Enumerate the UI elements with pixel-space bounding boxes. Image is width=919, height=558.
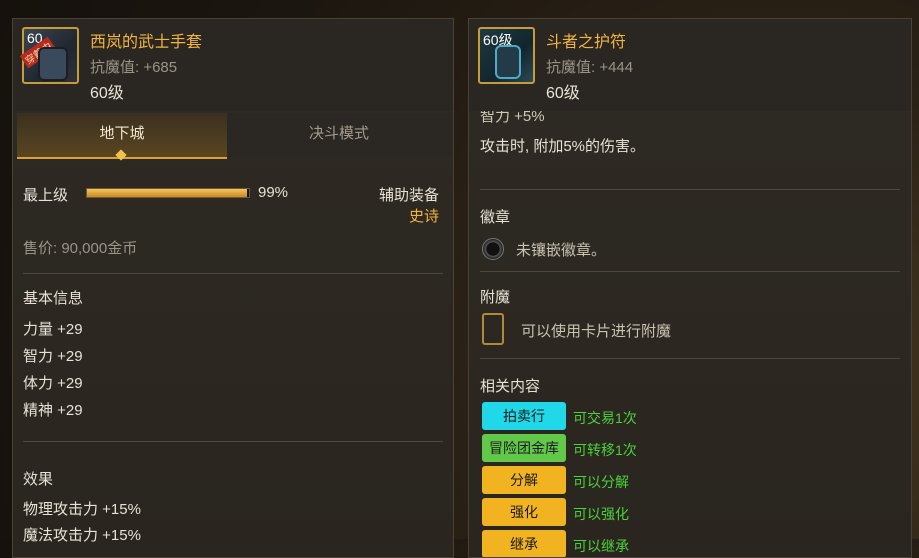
stat-strength: 力量 +29 xyxy=(23,321,83,338)
basic-info-title: 基本信息 xyxy=(23,290,84,307)
divider xyxy=(480,189,900,190)
grade-label: 最上级 xyxy=(23,187,69,204)
card-slot-icon xyxy=(482,313,504,345)
item-tooltip-right: 智力 +5% 60级 斗者之护符 抗魔值: +444 60级 攻击时, 附加5%… xyxy=(468,18,912,558)
equip-type: 辅助装备 xyxy=(378,187,439,204)
effect-magic-attack: 魔法攻击力 +15% xyxy=(23,527,141,544)
enhance-button[interactable]: 强化 xyxy=(482,498,566,526)
item-level: 60级 xyxy=(546,85,580,102)
inherit-button[interactable]: 继承 xyxy=(482,530,566,557)
disassemble-button[interactable]: 分解 xyxy=(482,466,566,494)
stat-vitality: 体力 +29 xyxy=(23,375,83,392)
stat-intelligence: 智力 +29 xyxy=(23,348,83,365)
item-name: 斗者之护符 xyxy=(546,34,627,51)
tab-duel[interactable]: 决斗模式 xyxy=(227,113,451,157)
vault-desc: 可转移1次 xyxy=(573,442,637,458)
grade-progress-bar xyxy=(86,188,250,198)
inherit-desc: 可以继承 xyxy=(573,538,629,554)
magic-resist: 抗魔值: +685 xyxy=(90,59,178,76)
enchant-text: 可以使用卡片进行附魔 xyxy=(521,323,672,340)
gauntlet-glyph-icon xyxy=(38,47,68,81)
empty-emblem-socket-icon xyxy=(482,238,504,260)
divider xyxy=(23,273,443,274)
auction-desc: 可交易1次 xyxy=(573,410,637,426)
attack-effect-text: 攻击时, 附加5%的伤害。 xyxy=(480,138,646,155)
item-level: 60级 xyxy=(90,85,124,102)
grade-percent: 99% xyxy=(258,184,289,201)
gauntlet-item-icon[interactable]: 60 穿戴中 xyxy=(19,27,79,84)
item-header: 60 穿戴中 西岚的武士手套 抗魔值: +685 60级 xyxy=(13,19,453,111)
item-tooltip-left: 60 穿戴中 西岚的武士手套 抗魔值: +685 60级 地下城 决斗模式 最上… xyxy=(12,18,454,558)
effect-title: 效果 xyxy=(23,471,54,488)
amulet-glyph-icon xyxy=(495,45,521,79)
enchant-title: 附魔 xyxy=(480,289,511,306)
magic-resist: 抗魔值: +444 xyxy=(546,59,634,76)
emblem-title: 徽章 xyxy=(480,209,511,226)
auction-house-button[interactable]: 拍卖行 xyxy=(482,402,566,430)
disassemble-desc: 可以分解 xyxy=(573,474,629,490)
stat-spirit: 精神 +29 xyxy=(23,402,83,419)
amulet-item-icon[interactable]: 60级 xyxy=(478,27,535,84)
grade-progress-fill xyxy=(87,189,248,197)
related-title: 相关内容 xyxy=(480,378,541,395)
effect-physical-attack: 物理攻击力 +15% xyxy=(23,501,141,518)
divider xyxy=(480,271,900,272)
rarity-label: 史诗 xyxy=(408,208,439,225)
divider xyxy=(480,358,900,359)
emblem-text: 未镶嵌徽章。 xyxy=(516,242,607,259)
item-header: 60级 斗者之护符 抗魔值: +444 60级 xyxy=(469,19,911,111)
sell-price: 售价: 90,000金币 xyxy=(23,240,138,257)
divider xyxy=(23,441,443,442)
adventure-vault-button[interactable]: 冒险团金库 xyxy=(482,434,566,462)
mode-tabs: 地下城 决斗模式 xyxy=(17,113,451,161)
item-name: 西岚的武士手套 xyxy=(90,34,203,51)
enhance-desc: 可以强化 xyxy=(573,506,629,522)
